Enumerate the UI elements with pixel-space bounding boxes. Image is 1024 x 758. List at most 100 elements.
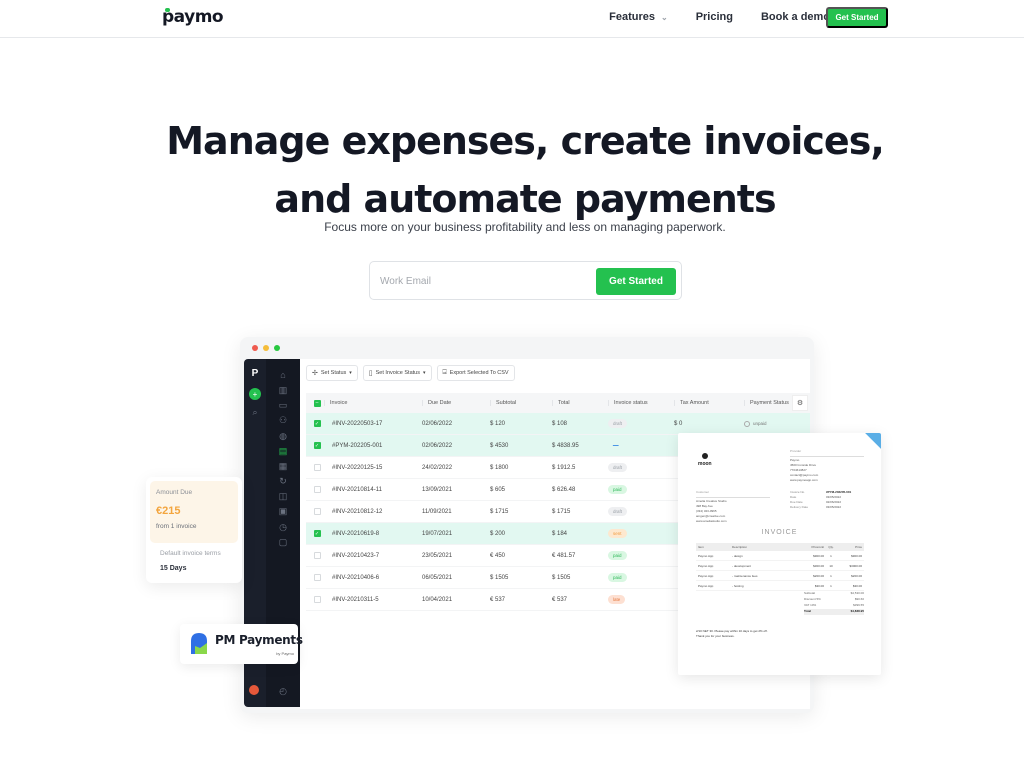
col-invoice[interactable]: Invoice — [324, 400, 422, 406]
chevron-down-icon: ⌄ — [660, 12, 668, 22]
description: - development — [732, 563, 752, 568]
invoice-number[interactable]: #INV-20210814-11 — [324, 487, 422, 493]
col-total[interactable]: Total — [552, 400, 608, 406]
window-controls — [252, 345, 280, 351]
status-icon: ✢ — [312, 370, 318, 377]
status-circle-icon — [744, 420, 750, 427]
qty: 1 — [830, 553, 832, 558]
refresh-icon[interactable]: ↻ — [277, 475, 289, 487]
invoice-document-preview: moon Provider Paymo 4500 Ironside Drive 77… — [678, 433, 881, 675]
set-invoice-status-button[interactable]: ▯ Set Invoice Status ▾ — [362, 365, 432, 381]
invoice-number[interactable]: #INV-20210423-7 — [324, 553, 422, 559]
invoice-items-table: Item Description Price/unit Qty. Price P… — [696, 543, 864, 591]
home-icon[interactable]: ⌂ — [277, 369, 289, 381]
price: $200.00 — [851, 573, 862, 578]
total-label: Total — [804, 609, 811, 613]
invoice-status-badge: ━━ — [613, 442, 619, 448]
row-checkbox[interactable] — [313, 574, 321, 581]
row-checkbox[interactable]: ✓ — [313, 530, 321, 537]
user-avatar[interactable] — [249, 685, 259, 695]
col-invoice-status[interactable]: Invoice status — [608, 400, 674, 406]
divider — [696, 497, 770, 498]
total: $ 108 — [552, 420, 568, 427]
description: - maintenance fees — [732, 573, 758, 578]
col-subtotal[interactable]: Subtotal — [490, 400, 552, 406]
col-payment-status[interactable]: Payment Status — [744, 400, 790, 406]
invoice-status-badge: paid — [608, 485, 627, 494]
unit-price: $300.00 — [813, 563, 824, 568]
invoice-icon[interactable]: ▤ — [277, 445, 289, 457]
work-email-input[interactable] — [380, 271, 580, 291]
invoice-number[interactable]: #PYM-202205-001 — [324, 443, 422, 449]
pm-payments-title: PM Payments — [215, 633, 303, 647]
set-status-label: Set Status — [320, 370, 347, 376]
nav-features[interactable]: Features ⌄ — [609, 11, 668, 23]
paymo-logo[interactable]: paymo — [162, 7, 224, 27]
schedule-icon[interactable]: ▢ — [277, 536, 289, 548]
invoice-number[interactable]: #INV-20210311-5 — [324, 597, 422, 603]
invoice-status-badge: draft — [608, 507, 628, 516]
row-checkbox[interactable]: ✓ — [313, 442, 321, 449]
meta-label: Delivery Date — [790, 505, 809, 509]
report-icon[interactable]: ▣ — [277, 505, 289, 517]
folder-icon[interactable]: ▭ — [277, 399, 289, 411]
invoice-totals: Subtotal $4,530.00 Discount 5% $90.60 VAT 10… — [804, 591, 864, 615]
due-date: 10/04/2021 — [422, 596, 453, 603]
price: $3000.00 — [849, 563, 862, 568]
search-icon[interactable]: ⌕ — [249, 406, 261, 418]
timer-icon[interactable]: ◴ — [277, 685, 289, 697]
nav-features-label: Features — [609, 11, 655, 23]
company-name: moon — [698, 461, 712, 467]
due-date: 11/09/2021 — [422, 508, 452, 515]
clock-icon[interactable]: ◷ — [277, 521, 289, 533]
company-logo: moon — [698, 453, 712, 467]
payment-status: unpaid — [744, 420, 790, 427]
due-date: 24/02/2022 — [422, 464, 453, 471]
qty: 10 — [829, 563, 833, 568]
nav-pricing[interactable]: Pricing — [696, 11, 733, 23]
gear-icon[interactable]: ⚙ — [792, 395, 808, 411]
export-icon: ⍈ — [442, 369, 447, 376]
description: - design — [732, 553, 743, 558]
invoice-number[interactable]: #INV-20220503-17 — [324, 421, 422, 427]
nav-get-started-button[interactable]: Get Started — [826, 7, 888, 28]
payment-status-label: unpaid — [753, 421, 767, 426]
row-checkbox[interactable] — [313, 486, 321, 493]
row-checkbox[interactable] — [313, 464, 321, 471]
invoice-number[interactable]: #INV-20210812-12 — [324, 509, 422, 515]
maximize-dot — [274, 345, 280, 351]
expense-icon[interactable]: ◫ — [277, 490, 289, 502]
pm-payments-logo-icon — [191, 633, 207, 654]
invoice-number[interactable]: #INV-20210619-8 — [324, 531, 422, 537]
invoice-toolbar: ✢ Set Status ▾ ▯ Set Invoice Status ▾ ⍈ … — [306, 365, 515, 381]
row-checkbox[interactable]: ✓ — [313, 420, 321, 427]
subtotal: € 450 — [490, 552, 506, 559]
row-checkbox[interactable] — [313, 552, 321, 559]
hero-get-started-button[interactable]: Get Started — [596, 268, 676, 295]
invoice-number[interactable]: #INV-20210406-6 — [324, 575, 422, 581]
unit-price: $900.00 — [813, 553, 824, 558]
set-status-button[interactable]: ✢ Set Status ▾ — [306, 365, 358, 381]
paymo-logo-icon[interactable]: P — [249, 367, 261, 379]
calendar-grid-icon[interactable]: ▦ — [277, 460, 289, 472]
col-description: Description — [732, 545, 748, 549]
nav-book-demo[interactable]: Book a demo — [761, 11, 830, 23]
col-due-date[interactable]: Due Date — [422, 400, 490, 406]
invoice-number[interactable]: #INV-20220125-15 — [324, 465, 422, 471]
export-csv-button[interactable]: ⍈ Export Selected To CSV — [436, 365, 515, 381]
select-all-checkbox[interactable]: – — [313, 399, 321, 407]
row-checkbox[interactable] — [313, 508, 321, 515]
buildings-icon[interactable]: ▥ — [277, 384, 289, 396]
row-checkbox[interactable] — [313, 596, 321, 603]
globe-icon[interactable]: ◍ — [277, 430, 289, 442]
invoice-terms-value: 15 Days — [160, 565, 187, 572]
col-tax-amount[interactable]: Tax Amount — [674, 400, 744, 406]
detail-line: Thank you for your business. — [696, 634, 735, 638]
invoice-status-badge: late — [608, 595, 626, 604]
due-date: 23/05/2021 — [422, 552, 453, 559]
add-icon[interactable]: + — [249, 388, 261, 400]
users-icon[interactable]: ⚇ — [277, 414, 289, 426]
table-row[interactable]: ✓ #INV-20220503-17 02/06/2022 $ 120 $ 108 dra… — [306, 413, 810, 435]
total-row: Total $4,838.95 — [804, 609, 864, 615]
due-date: 02/06/2022 — [422, 420, 453, 427]
